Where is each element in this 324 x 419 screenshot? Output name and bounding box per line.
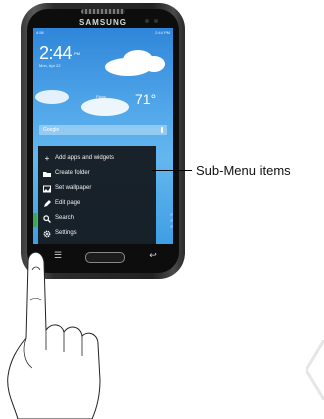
page-indicator (170, 213, 173, 229)
microphone-icon[interactable] (161, 127, 163, 133)
front-camera (145, 19, 149, 23)
page-indicator-dot (170, 225, 173, 228)
brand-logo: SAMSUNG (79, 18, 127, 27)
search-bar-label: Google (43, 127, 60, 133)
status-bar: 4:56 2:44 PM (33, 28, 173, 36)
menu-item-settings[interactable]: Settings (38, 226, 156, 241)
phone-device: SAMSUNG 4:56 2:44 PM 2:44 PM Mon, Apr 22… (21, 3, 185, 279)
folder-icon (43, 170, 51, 178)
menu-item-label: Edit page (55, 200, 81, 206)
page-corner-mark (306, 340, 324, 400)
status-time: 2:44 PM (155, 30, 170, 35)
page-indicator-dot (170, 219, 173, 222)
options-submenu: + Add apps and widgets Create folder Set… (38, 146, 156, 244)
weather-location: Plano (96, 94, 107, 99)
weather-cloud-icon (143, 56, 165, 72)
menu-item-label: Add apps and widgets (55, 155, 115, 161)
google-search-bar[interactable]: Google (39, 125, 167, 135)
weather-cloud-icon (81, 98, 129, 116)
menu-item-label: Create folder (55, 170, 90, 176)
plus-icon: + (44, 154, 50, 163)
menu-item-set-wallpaper[interactable]: Set wallpaper (38, 181, 156, 196)
menu-item-label: Set wallpaper (55, 185, 92, 191)
gear-icon (43, 230, 51, 238)
wallpaper-icon (43, 185, 51, 193)
search-icon (43, 215, 51, 223)
menu-item-label: Search (55, 215, 75, 221)
earpiece-speaker (81, 9, 125, 14)
menu-item-search[interactable]: Search (38, 211, 156, 226)
home-button[interactable] (85, 252, 125, 263)
app-shortcut-edge (33, 213, 37, 227)
weather-cloud-icon (35, 90, 69, 104)
status-left-text: 4:56 (36, 30, 44, 35)
home-screen[interactable]: 4:56 2:44 PM 2:44 PM Mon, Apr 22 Plano 7… (33, 28, 173, 244)
page-indicator-dot (170, 213, 173, 216)
menu-item-add-apps-and-widgets[interactable]: + Add apps and widgets (38, 151, 156, 166)
menu-item-create-folder[interactable]: Create folder (38, 166, 156, 181)
proximity-sensor (154, 19, 158, 23)
clock-widget-date: Mon, Apr 22 (39, 63, 61, 68)
clock-widget-ampm: PM (74, 51, 80, 56)
weather-temperature[interactable]: 71° (135, 91, 156, 107)
menu-item-label: Settings (55, 230, 77, 236)
clock-widget-time[interactable]: 2:44 (39, 43, 73, 64)
edit-icon (43, 200, 51, 208)
back-key-icon[interactable]: ↩ (148, 250, 158, 260)
callout-pointer-line (152, 170, 192, 171)
menu-key-icon[interactable]: ☰ (53, 251, 63, 260)
callout-label: Sub-Menu items (196, 163, 291, 178)
menu-item-edit-page[interactable]: Edit page (38, 196, 156, 211)
